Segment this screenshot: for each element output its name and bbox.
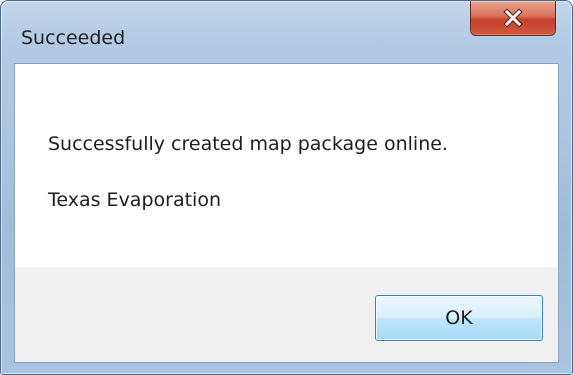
window-bottom-border — [1, 362, 572, 374]
dialog-content: Successfully created map package online.… — [14, 63, 559, 363]
close-icon — [503, 8, 523, 28]
ok-button[interactable]: OK — [375, 295, 543, 341]
package-name: Texas Evaporation — [48, 189, 221, 211]
button-area: OK — [15, 267, 558, 362]
success-message: Successfully created map package online. — [48, 133, 448, 155]
dialog-title: Succeeded — [21, 27, 126, 49]
title-bar[interactable]: Succeeded — [1, 1, 572, 51]
dialog-window: Succeeded Successfully created map packa… — [0, 0, 573, 375]
close-button[interactable] — [470, 1, 556, 36]
